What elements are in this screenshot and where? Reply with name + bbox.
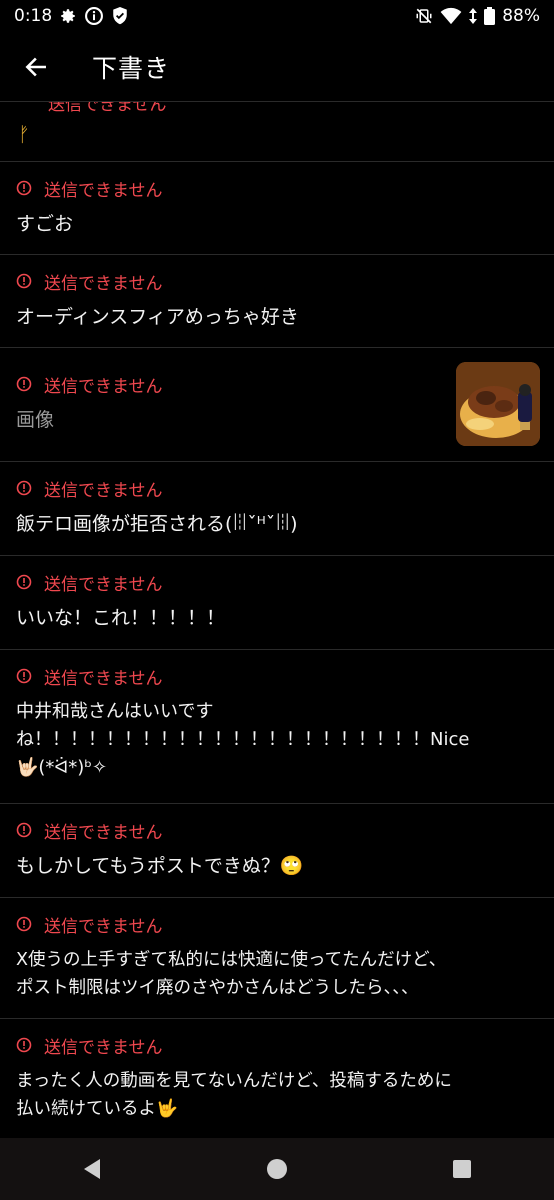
error-label: 送信できません — [44, 1037, 163, 1058]
error-circle-icon — [16, 668, 32, 684]
draft-text: まったく人の動画を見てないんだけど、投稿するために 払い続けているよ🤟 — [16, 1071, 452, 1119]
draft-text: X使うの上手すぎて私的には快適に使ってたんだけど、 ポスト制限はツイ廃のさやかさ… — [16, 950, 447, 998]
error-label: 送信できません — [44, 574, 163, 595]
draft-error: 送信できません — [16, 650, 538, 689]
nav-back-button[interactable] — [62, 1144, 122, 1194]
shield-check-icon — [111, 6, 129, 26]
draft-item[interactable]: 送信できません 画像 — [0, 348, 554, 462]
back-button[interactable] — [16, 47, 56, 87]
error-label: 送信できません — [48, 102, 167, 115]
draft-error: 送信できません — [16, 162, 538, 201]
arrow-left-icon — [25, 57, 46, 76]
nav-recents-button[interactable] — [432, 1144, 492, 1194]
draft-text: 中井和哉さんはいいです ね！！！！！！！！！！！！！！！！！！！！！！Nice … — [16, 701, 470, 778]
settings-gear-icon — [59, 7, 77, 25]
error-label: 送信できません — [44, 668, 163, 689]
status-time: 0:18 — [14, 6, 53, 26]
drafts-list[interactable]: 送信できません ᚠ 送信できません すごお 送信できません オーディンスフィアめ… — [0, 102, 554, 1138]
draft-item[interactable]: 送信できません すごお — [0, 162, 554, 255]
status-bar: 0:18 88% — [0, 0, 554, 32]
draft-error: 送信できません — [16, 804, 538, 843]
draft-item[interactable]: 送信できません いいな！これ！！！！！ — [0, 556, 554, 650]
triangle-back-icon — [84, 1159, 101, 1179]
error-circle-icon — [16, 574, 32, 590]
wifi-icon — [440, 7, 462, 25]
battery-percent: 88% — [502, 6, 540, 26]
error-label: 送信できません — [44, 273, 163, 294]
draft-error: 送信できません — [16, 556, 538, 595]
error-circle-icon — [16, 376, 32, 392]
vibrate-off-icon — [415, 7, 433, 25]
draft-item[interactable]: 送信できません オーディンスフィアめっちゃ好き — [0, 255, 554, 348]
draft-error: 送信できません — [16, 1019, 538, 1058]
draft-text: 飯テロ画像が拒否される(ꈨˇᴴˇꈨ) — [16, 513, 298, 535]
draft-text: すごお — [16, 213, 74, 235]
error-label: 送信できません — [44, 376, 163, 397]
battery-icon — [484, 7, 496, 25]
app-bar: 下書き — [0, 32, 554, 102]
error-circle-icon — [16, 822, 32, 838]
error-circle-icon — [16, 480, 32, 496]
status-right: 88% — [415, 6, 540, 26]
error-circle-icon — [16, 273, 32, 289]
draft-item-partial[interactable]: 送信できません ᚠ — [0, 102, 554, 162]
draft-item[interactable]: 送信できません X使うの上手すぎて私的には快適に使ってたんだけど、 ポスト制限は… — [0, 898, 554, 1019]
draft-text: ᚠ — [18, 122, 30, 146]
draft-item[interactable]: 送信できません 飯テロ画像が拒否される(ꈨˇᴴˇꈨ) — [0, 462, 554, 556]
error-circle-icon — [16, 916, 32, 932]
draft-text: いいな！これ！！！！！ — [16, 607, 226, 629]
error-circle-icon — [16, 1037, 32, 1053]
status-left: 0:18 — [14, 6, 129, 26]
system-nav-bar — [0, 1138, 554, 1200]
error-label: 送信できません — [44, 822, 163, 843]
error-label: 送信できません — [44, 916, 163, 937]
error-circle-icon — [16, 180, 32, 196]
draft-error: 送信できません — [16, 462, 538, 501]
error-label: 送信できません — [44, 480, 163, 501]
square-recents-icon — [452, 1160, 471, 1178]
draft-item[interactable]: 送信できません 中井和哉さんはいいです ね！！！！！！！！！！！！！！！！！！！… — [0, 650, 554, 804]
info-icon — [84, 6, 104, 26]
data-arrows-icon — [469, 8, 478, 24]
circle-home-icon — [266, 1159, 287, 1179]
draft-image-thumbnail[interactable] — [456, 362, 540, 446]
draft-error: 送信できません — [16, 898, 538, 937]
draft-error: 送信できません — [16, 255, 538, 294]
nav-home-button[interactable] — [247, 1144, 307, 1194]
draft-item[interactable]: 送信できません まったく人の動画を見てないんだけど、投稿するために 払い続けてい… — [0, 1019, 554, 1138]
draft-text: オーディンスフィアめっちゃ好き — [16, 306, 299, 328]
draft-item[interactable]: 送信できません もしかしてもうポストできぬ？🙄 — [0, 804, 554, 898]
error-label: 送信できません — [44, 180, 163, 201]
page-title: 下書き — [92, 53, 171, 83]
draft-text: もしかしてもうポストできぬ？🙄 — [16, 855, 304, 877]
